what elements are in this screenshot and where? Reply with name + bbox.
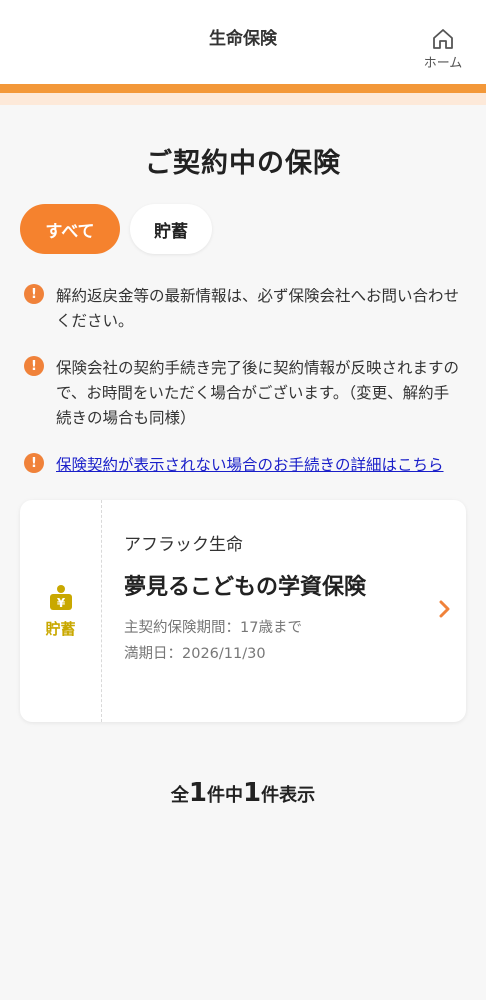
missing-contract-help-link[interactable]: 保険契約が表示されない場合のお手続きの詳細はこちら <box>56 453 444 478</box>
notice-item: ! 保険契約が表示されない場合のお手続きの詳細はこちら <box>24 453 464 478</box>
notice-item: ! 保険会社の契約手続き完了後に契約情報が反映されますので、お時間をいただく場合… <box>24 356 464 431</box>
count-suffix: 件表示 <box>261 785 316 806</box>
filter-tabs: すべて 貯蓄 <box>0 204 486 254</box>
tab-savings[interactable]: 貯蓄 <box>130 204 212 254</box>
result-count: 全1件中1件表示 <box>0 778 486 808</box>
chevron-right-icon <box>439 600 450 618</box>
header-title: 生命保険 <box>209 28 277 49</box>
home-button[interactable]: ホーム <box>418 28 468 71</box>
insurance-company: アフラック生命 <box>124 535 243 555</box>
header-accent-bar <box>0 84 486 93</box>
contract-card-body: アフラック生命 夢見るこどもの学資保険 主契約保険期間：17歳まで 満期日：20… <box>102 500 466 722</box>
home-icon <box>433 29 453 49</box>
notice-text: 保険会社の契約手続き完了後に契約情報が反映されますので、お時間をいただく場合がご… <box>56 359 460 427</box>
contract-details: 主契約保険期間：17歳まで 満期日：2026/11/30 <box>124 615 446 667</box>
category-label: 貯蓄 <box>45 619 76 638</box>
count-prefix: 全 <box>170 785 189 806</box>
notice-item: ! 解約返戻金等の最新情報は、必ず保険会社へお問い合わせください。 <box>24 284 464 334</box>
product-name: 夢見るこどもの学資保険 <box>124 575 367 600</box>
app-header: 生命保険 ホーム <box>0 0 486 84</box>
yen-piggy-icon: ¥ <box>49 584 72 610</box>
page-title: ご契約中の保険 <box>145 148 341 179</box>
svg-text:¥: ¥ <box>56 596 65 610</box>
notice-list: ! 解約返戻金等の最新情報は、必ず保険会社へお問い合わせください。 ! 保険会社… <box>0 284 486 478</box>
notice-text: 解約返戻金等の最新情報は、必ず保険会社へお問い合わせください。 <box>56 287 460 330</box>
coverage-period: 主契約保険期間：17歳まで <box>124 620 302 636</box>
contract-category: ¥ 貯蓄 <box>20 500 102 722</box>
maturity-date: 満期日：2026/11/30 <box>124 646 266 662</box>
exclamation-circle-icon: ! <box>24 284 44 304</box>
count-middle: 件中 <box>207 785 243 806</box>
header-accent-bar-light <box>0 93 486 105</box>
count-total: 1 <box>188 778 207 808</box>
home-label: ホーム <box>423 56 463 71</box>
contract-card[interactable]: ¥ 貯蓄 アフラック生命 夢見るこどもの学資保険 主契約保険期間：17歳まで 満… <box>20 500 466 722</box>
count-shown: 1 <box>243 778 262 808</box>
exclamation-circle-icon: ! <box>24 453 44 473</box>
tab-all[interactable]: すべて <box>20 204 120 254</box>
exclamation-circle-icon: ! <box>24 356 44 376</box>
